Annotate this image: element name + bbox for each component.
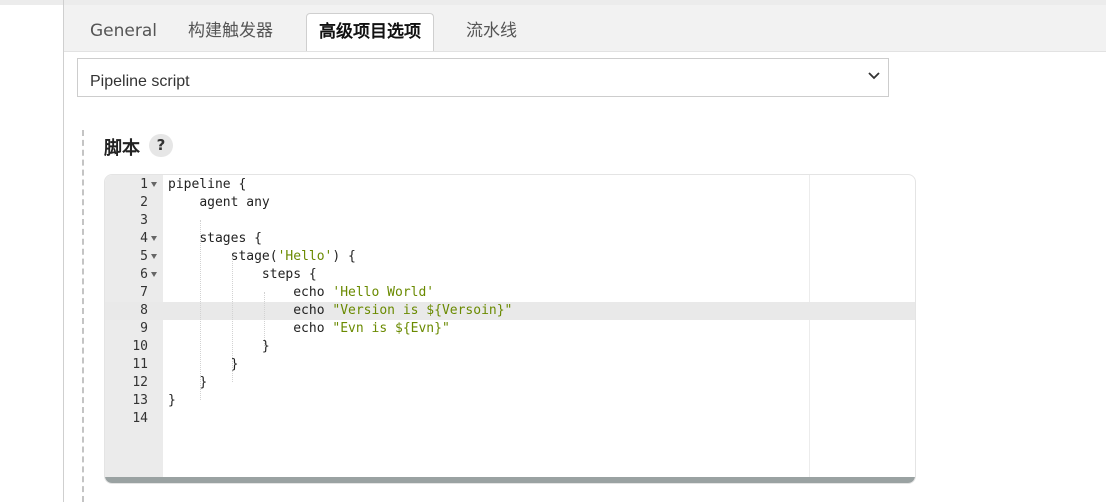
code-line[interactable]: 1 pipeline { [105,176,915,194]
line-number: 10 [132,339,148,354]
code-line[interactable]: 6 steps { [105,266,915,284]
code-text: } [261,339,270,354]
line-number: 9 [140,321,148,336]
fold-arrow-icon[interactable] [151,254,157,259]
line-number: 11 [132,357,148,372]
code-line[interactable]: 12 } [105,374,915,392]
horizontal-scrollbar[interactable] [105,477,915,483]
code-text: steps { [261,267,317,282]
line-number: 1 [140,177,148,192]
section-dashed-border [82,130,84,502]
string-literal: "Evn is ${Evn}" [332,321,450,336]
fold-arrow-icon[interactable] [151,236,157,241]
tab-build-triggers[interactable]: 构建触发器 [176,13,285,51]
line-number: 8 [140,303,148,318]
indent-guide [264,292,265,346]
tab-advanced-project-options[interactable]: 高级项目选项 [306,13,434,51]
code-text: } [168,393,176,408]
line-number: 7 [140,285,148,300]
code-text: echo "Version is ${Versoin}" [293,303,513,318]
code-line[interactable]: 11 } [105,356,915,374]
indent-guide [200,220,201,400]
string-literal: 'Hello World' [332,285,435,300]
line-number: 3 [140,213,148,228]
indent-guide [232,256,233,382]
code-line[interactable]: 2 agent any [105,194,915,212]
code-text: agent any [199,195,270,210]
config-tab-bar: General 构建触发器 高级项目选项 流水线 [64,5,1106,52]
content-left-border [63,0,64,502]
code-text: echo 'Hello World' [293,285,435,300]
fold-arrow-icon[interactable] [151,182,157,187]
code-line[interactable]: 13} [105,392,915,410]
code-line[interactable]: 10 } [105,338,915,356]
code-line[interactable]: 14 [105,410,915,428]
string-literal: "Version is ${Versoin}" [332,303,513,318]
line-number: 6 [140,267,148,282]
code-line[interactable]: 5 stage('Hello') { [105,248,915,266]
code-line[interactable]: 9 echo "Evn is ${Evn}" [105,320,915,338]
tab-pipeline[interactable]: 流水线 [454,13,529,51]
definition-select-value: Pipeline script [90,73,190,90]
line-number: 12 [132,375,148,390]
code-text: } [199,375,208,390]
line-number: 2 [140,195,148,210]
code-text: pipeline { [168,177,247,192]
string-literal: 'Hello' [277,249,333,264]
script-label: 脚本 [104,138,140,159]
line-number: 14 [132,411,148,426]
help-icon[interactable]: ? [149,134,173,157]
line-number: 4 [140,231,148,246]
fold-arrow-icon[interactable] [151,272,157,277]
code-line[interactable]: 4 stages { [105,230,915,248]
code-line[interactable]: 7 echo 'Hello World' [105,284,915,302]
line-number: 13 [132,393,148,408]
chevron-down-icon [868,72,880,80]
code-text: } [230,357,239,372]
code-line[interactable]: 3 [105,212,915,230]
code-text: stage('Hello') { [230,249,356,264]
tab-general[interactable]: General [78,13,169,51]
code-text: echo "Evn is ${Evn}" [293,321,450,336]
line-number: 5 [140,249,148,264]
definition-select[interactable]: Pipeline script [77,58,889,97]
script-editor[interactable]: 1 pipeline {2 agent any 3 4 stages {5 stage… [104,174,916,484]
code-line[interactable]: 8 echo "Version is ${Versoin}" [105,302,915,320]
code-text: stages { [199,231,262,246]
